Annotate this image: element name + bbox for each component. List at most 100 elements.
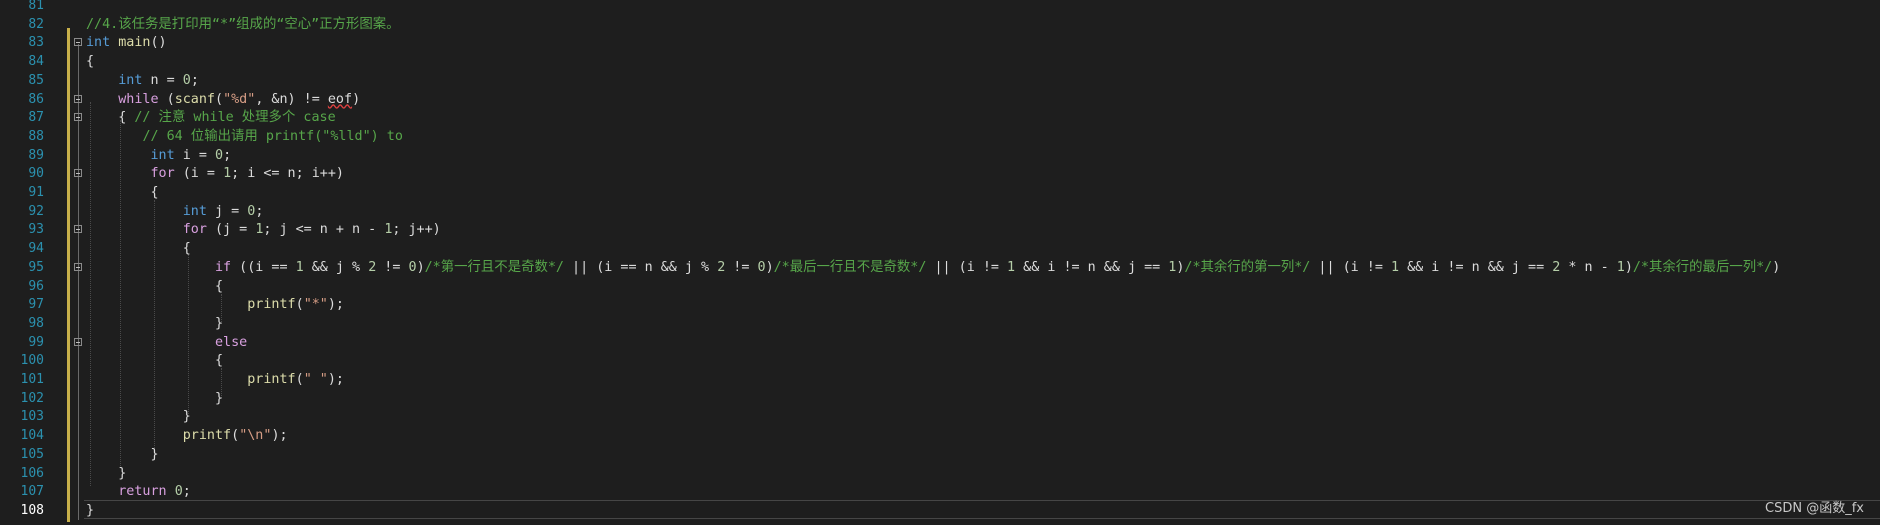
code-text: return 0; bbox=[86, 483, 191, 502]
collapse-icon[interactable] bbox=[74, 337, 82, 346]
code-token: (j = bbox=[206, 222, 256, 238]
code-token: (i = bbox=[174, 166, 224, 182]
code-token: "\n" bbox=[239, 428, 272, 444]
code-line[interactable]: 105 } bbox=[0, 446, 1880, 465]
code-token: 0 bbox=[757, 259, 766, 275]
code-token: && j % bbox=[303, 259, 369, 275]
line-number: 99 bbox=[28, 334, 44, 350]
code-text: // 64 位输出请用 printf("%lld") to bbox=[86, 128, 403, 147]
collapse-icon[interactable] bbox=[74, 38, 82, 47]
code-token: ; i <= n; i++) bbox=[231, 166, 344, 182]
code-token: ) bbox=[416, 259, 425, 275]
code-line[interactable]: 93 for (j = 1; j <= n + n - 1; j++) bbox=[0, 221, 1880, 240]
code-token: for bbox=[182, 222, 207, 238]
code-token: printf bbox=[247, 297, 296, 313]
line-number: 83 bbox=[28, 35, 44, 51]
code-line[interactable]: 86 while (scanf("%d", &n) != eof) bbox=[0, 91, 1880, 110]
line-number: 88 bbox=[28, 128, 44, 144]
line-number: 105 bbox=[20, 446, 44, 462]
code-token: eof bbox=[327, 91, 353, 107]
code-line[interactable]: 94 { bbox=[0, 240, 1880, 259]
code-line[interactable]: 103 } bbox=[0, 408, 1880, 427]
collapse-icon[interactable] bbox=[74, 94, 82, 103]
code-token: ; j++) bbox=[392, 222, 441, 238]
code-token: else bbox=[215, 334, 248, 350]
code-token: //4.该任务是打印用“*”组成的“空心”正方形图案。 bbox=[86, 16, 400, 32]
line-number: 93 bbox=[28, 222, 44, 238]
code-line[interactable]: 83 int main() bbox=[0, 34, 1880, 53]
collapse-icon[interactable] bbox=[74, 262, 82, 271]
code-token: int bbox=[86, 35, 111, 51]
code-token: /*其余行的第一列*/ bbox=[1184, 259, 1311, 275]
code-line[interactable]: 107 return 0; bbox=[0, 483, 1880, 502]
code-text: { bbox=[86, 184, 159, 203]
code-token: "*" bbox=[303, 297, 328, 313]
line-number: 85 bbox=[28, 72, 44, 88]
collapse-icon[interactable] bbox=[74, 169, 82, 178]
code-token: , &n) != bbox=[255, 91, 328, 107]
code-text: } bbox=[86, 408, 191, 427]
code-line[interactable]: 84 { bbox=[0, 53, 1880, 72]
code-token: 1 bbox=[223, 166, 232, 182]
code-line[interactable]: 91 { bbox=[0, 184, 1880, 203]
code-text: printf("\n"); bbox=[86, 427, 288, 446]
code-line[interactable]: 87 { // 注意 while 处理多个 case bbox=[0, 109, 1880, 128]
code-token: ; j <= n + n - bbox=[263, 222, 385, 238]
code-token: ; bbox=[223, 147, 232, 163]
code-line[interactable]: 97 printf("*"); bbox=[0, 296, 1880, 315]
code-token: /*其余行的最后一列*/ bbox=[1632, 259, 1773, 275]
code-token: // 64 位输出请用 printf("%lld") to bbox=[142, 128, 403, 144]
code-line[interactable]: 100 { bbox=[0, 352, 1880, 371]
code-line[interactable]: 82 //4.该任务是打印用“*”组成的“空心”正方形图案。 bbox=[0, 16, 1880, 35]
line-number: 101 bbox=[20, 372, 44, 387]
line-number: 106 bbox=[20, 465, 44, 481]
code-token: while bbox=[118, 91, 159, 107]
code-line[interactable]: 102 } bbox=[0, 390, 1880, 409]
code-text: for (i = 1; i <= n; i++) bbox=[86, 165, 345, 184]
code-token: printf bbox=[182, 428, 232, 444]
line-number: 103 bbox=[20, 409, 44, 425]
code-token: int bbox=[118, 72, 143, 88]
code-text: { // 注意 while 处理多个 case bbox=[86, 109, 335, 128]
code-token: 1 bbox=[1007, 259, 1016, 275]
code-token: 0 bbox=[408, 259, 417, 275]
collapse-icon[interactable] bbox=[74, 113, 82, 122]
line-number: 91 bbox=[28, 185, 44, 200]
code-line[interactable]: 88 // 64 位输出请用 printf("%lld") to bbox=[0, 128, 1880, 147]
code-token: /*第一行且不是奇数*/ bbox=[424, 259, 564, 275]
code-line[interactable]: 106 } bbox=[0, 465, 1880, 484]
code-line[interactable]: 98 } bbox=[0, 315, 1880, 334]
code-line[interactable]: 96 { bbox=[0, 278, 1880, 297]
code-line[interactable]: 81 bbox=[0, 0, 1880, 16]
code-token: 0 bbox=[182, 72, 191, 88]
code-token: && i != n && j == bbox=[1015, 259, 1169, 275]
line-number: 82 bbox=[28, 16, 44, 32]
code-line[interactable]: 92 int j = 0; bbox=[0, 203, 1880, 222]
code-token: ; bbox=[182, 484, 191, 500]
code-line[interactable]: 101 printf(" "); bbox=[0, 371, 1880, 390]
code-line[interactable]: 85 int n = 0; bbox=[0, 72, 1880, 91]
line-number: 98 bbox=[28, 315, 44, 331]
code-line[interactable]: 90 for (i = 1; i <= n; i++) bbox=[0, 165, 1880, 184]
code-token: int bbox=[182, 203, 207, 219]
code-token: } bbox=[86, 502, 95, 518]
line-number: 87 bbox=[28, 110, 44, 126]
code-token: ( bbox=[295, 372, 304, 387]
code-line[interactable]: 89 int i = 0; bbox=[0, 147, 1880, 166]
code-line[interactable]: 95 if ((i == 1 && j % 2 != 0)/*第一行且不是奇数*… bbox=[0, 259, 1880, 278]
code-line[interactable]: 104 printf("\n"); bbox=[0, 427, 1880, 446]
collapse-icon[interactable] bbox=[74, 225, 82, 234]
code-line[interactable]: 108} bbox=[0, 502, 1880, 521]
code-token: { bbox=[86, 185, 159, 200]
line-number: 84 bbox=[28, 54, 44, 70]
code-token: 0 bbox=[174, 484, 183, 500]
code-line[interactable]: 99 else bbox=[0, 334, 1880, 353]
code-editor[interactable]: 81 82 //4.该任务是打印用“*”组成的“空心”正方形图案。 83 int mai… bbox=[0, 0, 1880, 525]
